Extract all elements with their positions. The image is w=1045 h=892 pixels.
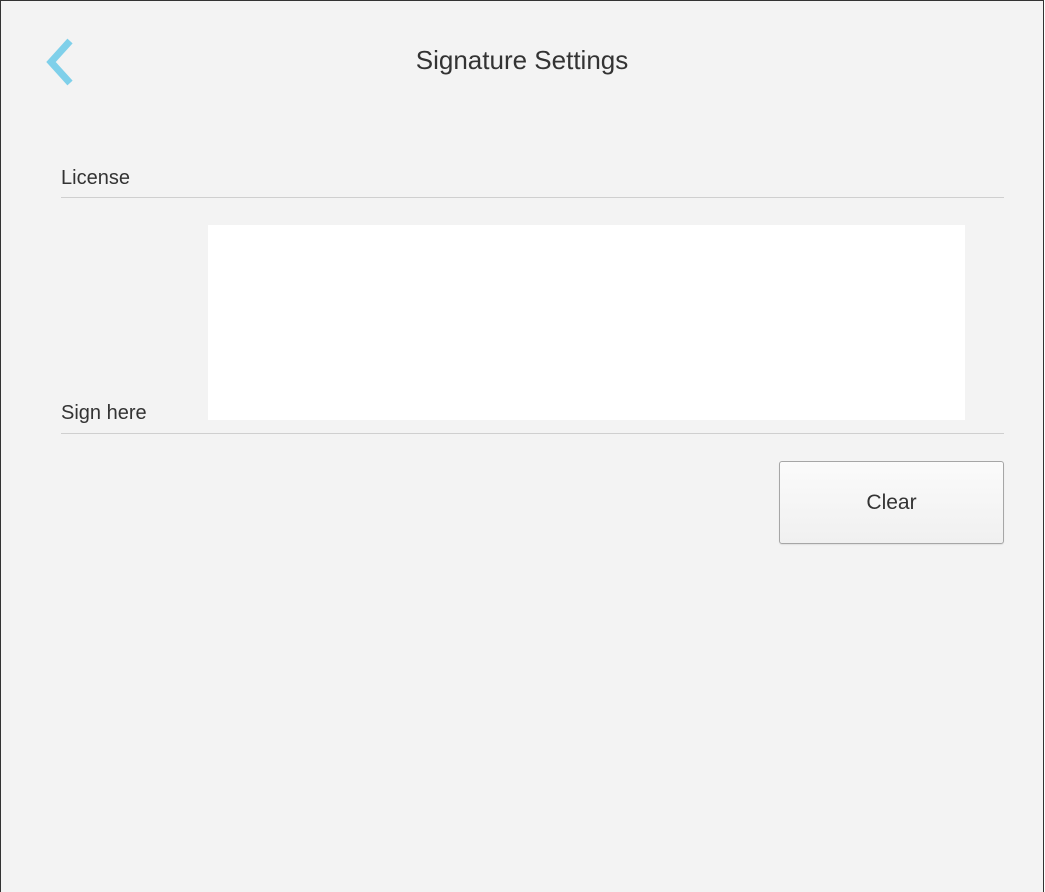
license-label: License	[61, 167, 130, 189]
signature-pad[interactable]	[208, 225, 965, 420]
page-title: Signature Settings	[415, 45, 629, 75]
signature-settings-window: Signature Settings License Sign here Cle…	[0, 0, 1044, 892]
sign-here-label: Sign here	[61, 402, 147, 424]
signature-divider	[61, 433, 1004, 434]
license-divider	[61, 197, 1004, 198]
clear-button[interactable]: Clear	[779, 461, 1004, 544]
